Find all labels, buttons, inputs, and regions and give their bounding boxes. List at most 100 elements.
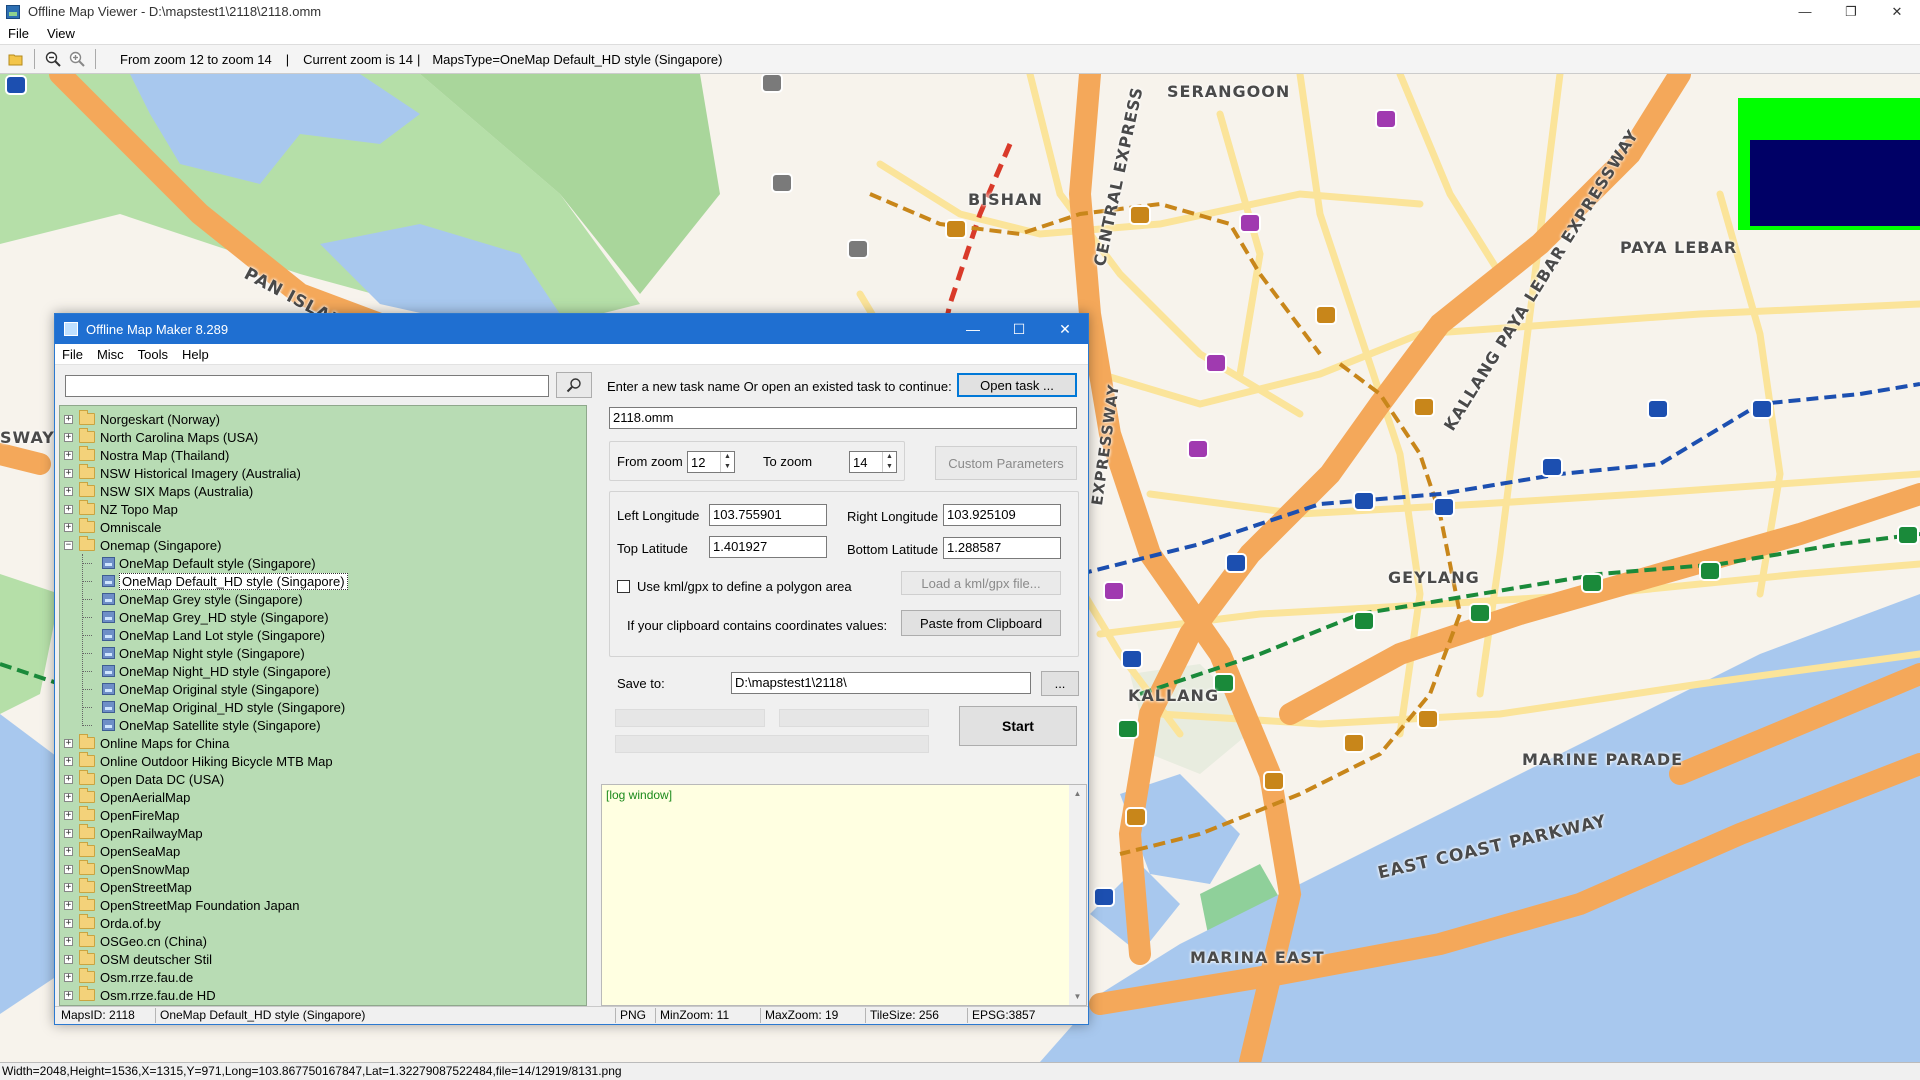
start-button[interactable]: Start [959,706,1077,746]
custom-parameters-button[interactable]: Custom Parameters [935,446,1077,480]
expand-icon[interactable]: + [64,756,73,766]
spin-up-icon[interactable]: ▲ [883,452,896,462]
maker-minimize-button[interactable]: — [950,314,996,344]
paste-from-clipboard-button[interactable]: Paste from Clipboard [901,610,1061,636]
top-latitude-input[interactable]: 1.401927 [709,536,827,558]
expand-icon[interactable]: + [64,882,73,892]
maker-menu-misc[interactable]: Misc [97,347,124,362]
tree-map-item[interactable]: OneMap Satellite style (Singapore) [82,716,321,734]
tree-folder[interactable]: + Open Data DC (USA) [60,770,224,788]
close-button[interactable]: ✕ [1874,0,1920,23]
spin-down-icon[interactable]: ▼ [721,462,734,472]
log-scrollbar[interactable]: ▲ ▼ [1069,785,1086,1005]
tree-folder[interactable]: + Online Maps for China [60,734,229,752]
tree-folder[interactable]: + OpenFireMap [60,806,179,824]
maker-menu-tools[interactable]: Tools [138,347,168,362]
tree-folder[interactable]: + OpenSnowMap [60,860,190,878]
expand-icon[interactable]: + [64,936,73,946]
tree-folder[interactable]: + OpenSeaMap [60,842,180,860]
expand-icon[interactable]: + [64,864,73,874]
expand-icon[interactable]: + [64,450,73,460]
expand-icon[interactable]: + [64,414,73,424]
maker-menu-file[interactable]: File [62,347,83,362]
maker-menu-help[interactable]: Help [182,347,209,362]
save-path-input[interactable]: D:\mapstest1\2118\ [731,672,1031,694]
tree-map-item[interactable]: OneMap Grey_HD style (Singapore) [82,608,329,626]
zoom-in-icon[interactable] [65,47,89,71]
tree-folder[interactable]: + Nostra Map (Thailand) [60,446,229,464]
expand-icon[interactable]: + [64,846,73,856]
map-source-tree[interactable]: + Norgeskart (Norway) + North Carolina Maps… [59,405,587,1006]
bottom-latitude-input[interactable]: 1.288587 [943,537,1061,559]
scroll-up-icon[interactable]: ▲ [1069,785,1086,802]
expand-icon[interactable]: + [64,972,73,982]
expand-icon[interactable]: + [64,738,73,748]
maker-close-button[interactable]: ✕ [1042,314,1088,344]
maker-maximize-button[interactable]: ☐ [996,314,1042,344]
scroll-down-icon[interactable]: ▼ [1069,988,1086,1005]
left-longitude-input[interactable]: 103.755901 [709,504,827,526]
tree-map-item[interactable]: OneMap Original style (Singapore) [82,680,319,698]
load-kml-button[interactable]: Load a kml/gpx file... [901,571,1061,595]
expand-icon[interactable]: + [64,810,73,820]
tree-map-item[interactable]: OneMap Night_HD style (Singapore) [82,662,331,680]
expand-icon[interactable]: + [64,900,73,910]
tree-folder[interactable]: + NZ Topo Map [60,500,178,518]
tree-folder[interactable]: + OSM deutscher Stil [60,950,212,968]
expand-icon[interactable]: + [64,954,73,964]
expand-icon[interactable]: + [64,468,73,478]
open-task-button[interactable]: Open task ... [957,373,1077,397]
restore-button[interactable]: ❐ [1828,0,1874,23]
right-longitude-input[interactable]: 103.925109 [943,504,1061,526]
expand-icon[interactable]: + [64,918,73,928]
tree-map-item[interactable]: OneMap Grey style (Singapore) [82,590,303,608]
tree-folder[interactable]: + Omniscale [60,518,161,536]
open-folder-icon[interactable] [4,47,28,71]
tree-map-item[interactable]: OneMap Original_HD style (Singapore) [82,698,345,716]
spin-up-icon[interactable]: ▲ [721,452,734,462]
tree-folder[interactable]: + Osm.rrze.fau.de [60,968,193,986]
expand-icon[interactable]: + [64,522,73,532]
browse-button[interactable]: ... [1041,671,1079,696]
zoom-out-icon[interactable] [41,47,65,71]
tree-map-item[interactable]: OneMap Night style (Singapore) [82,644,305,662]
tree-folder[interactable]: − Onemap (Singapore) [60,536,221,554]
spin-down-icon[interactable]: ▼ [883,462,896,472]
tree-folder[interactable]: + NSW SIX Maps (Australia) [60,482,253,500]
tree-folder[interactable]: + OpenStreetMap [60,878,192,896]
task-name-input[interactable]: 2118.omm [609,407,1077,429]
tree-folder[interactable]: + Norgeskart (Norway) [60,410,220,428]
tree-folder-label: Osm.rrze.fau.de [100,969,194,985]
tree-folder[interactable]: + NSW Historical Imagery (Australia) [60,464,301,482]
tree-folder[interactable]: + OpenStreetMap Foundation Japan [60,896,299,914]
collapse-icon[interactable]: − [64,540,73,550]
expand-icon[interactable]: + [64,504,73,514]
tree-map-item[interactable]: OneMap Default_HD style (Singapore) [82,572,348,590]
folder-icon [79,446,95,461]
minimize-button[interactable]: — [1782,0,1828,23]
from-zoom-spinner[interactable]: 12 ▲ ▼ [687,451,735,473]
tree-folder[interactable]: + OpenRailwayMap [60,824,203,842]
to-zoom-spinner[interactable]: 14 ▲ ▼ [849,451,897,473]
expand-icon[interactable]: + [64,774,73,784]
expand-icon[interactable]: + [64,990,73,1000]
tree-connector [82,599,92,600]
tree-folder[interactable]: + North Carolina Maps (USA) [60,428,258,446]
menu-file[interactable]: File [8,26,29,41]
expand-icon[interactable]: + [64,828,73,838]
tree-folder[interactable]: + Online Outdoor Hiking Bicycle MTB Map [60,752,333,770]
log-window[interactable]: [log window] ▲ ▼ [601,784,1087,1006]
tree-folder[interactable]: + Osm.rrze.fau.de HD [60,986,216,1004]
tree-map-item[interactable]: OneMap Land Lot style (Singapore) [82,626,325,644]
tree-map-item[interactable]: OneMap Default style (Singapore) [82,554,316,572]
menu-view[interactable]: View [47,26,75,41]
expand-icon[interactable]: + [64,792,73,802]
tree-folder[interactable]: + OpenAerialMap [60,788,190,806]
tree-folder[interactable]: + OSGeo.cn (China) [60,932,207,950]
search-button[interactable] [556,372,592,398]
expand-icon[interactable]: + [64,432,73,442]
expand-icon[interactable]: + [64,486,73,496]
map-search-input[interactable] [65,375,549,397]
tree-folder[interactable]: + Orda.of.by [60,914,161,932]
use-kml-checkbox[interactable] [617,580,630,593]
